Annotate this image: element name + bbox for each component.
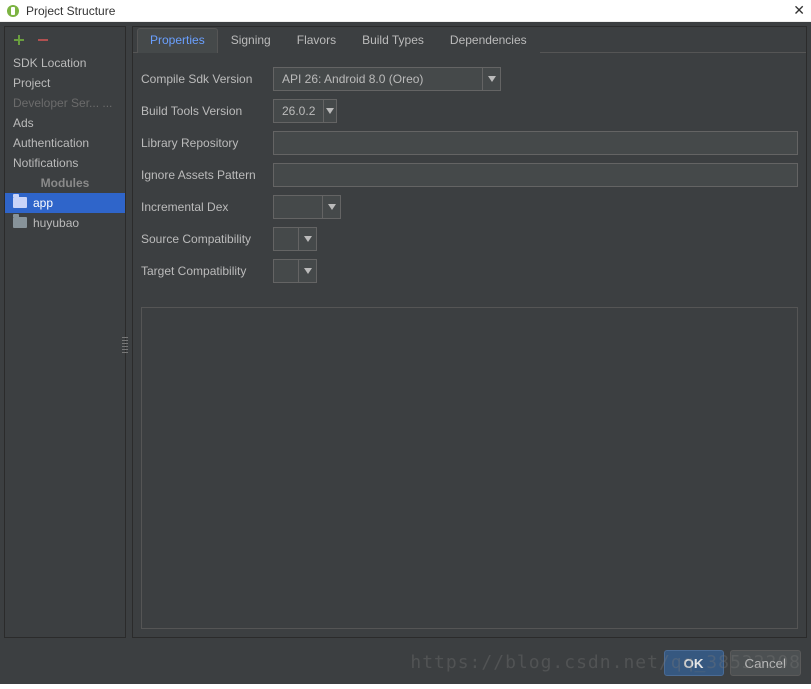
tab-dependencies[interactable]: Dependencies [437, 28, 540, 53]
titlebar: Project Structure ✕ [0, 0, 811, 22]
sidebar: SDK Location Project Developer Ser... ..… [4, 26, 126, 638]
tab-signing[interactable]: Signing [218, 28, 284, 53]
sidebar-toolbar [5, 27, 125, 53]
sidebar-item-notifications[interactable]: Notifications [5, 153, 125, 173]
sidebar-item-project[interactable]: Project [5, 73, 125, 93]
tabs: Properties Signing Flavors Build Types D… [133, 27, 806, 53]
compile-sdk-value: API 26: Android 8.0 (Oreo) [274, 72, 482, 86]
sidebar-item-developer-services[interactable]: Developer Ser... ... [5, 93, 125, 113]
chevron-down-icon [322, 196, 340, 218]
nav-list: SDK Location Project Developer Ser... ..… [5, 53, 125, 233]
properties-form: Compile Sdk Version API 26: Android 8.0 … [133, 53, 806, 299]
chevron-down-icon [298, 260, 316, 282]
modules-header: Modules [5, 173, 125, 193]
add-icon[interactable] [11, 32, 27, 48]
target-compat-label: Target Compatibility [141, 264, 273, 278]
sidebar-item-authentication[interactable]: Authentication [5, 133, 125, 153]
folder-icon [13, 217, 27, 228]
target-compat-combo[interactable] [273, 259, 317, 283]
build-tools-combo[interactable]: 26.0.2 [273, 99, 337, 123]
chevron-down-icon [298, 228, 316, 250]
output-panel [141, 307, 798, 629]
close-icon[interactable]: ✕ [793, 2, 805, 19]
module-label: huyubao [33, 216, 79, 230]
sidebar-item-ads[interactable]: Ads [5, 113, 125, 133]
ok-button[interactable]: OK [664, 650, 724, 676]
ignore-assets-input[interactable] [273, 163, 798, 187]
compile-sdk-label: Compile Sdk Version [141, 72, 273, 86]
compile-sdk-combo[interactable]: API 26: Android 8.0 (Oreo) [273, 67, 501, 91]
sidebar-item-sdk-location[interactable]: SDK Location [5, 53, 125, 73]
remove-icon[interactable] [35, 32, 51, 48]
folder-icon [13, 197, 27, 208]
app-icon [6, 4, 20, 18]
splitter-grip[interactable] [122, 337, 128, 355]
tab-properties[interactable]: Properties [137, 28, 218, 53]
source-compat-combo[interactable] [273, 227, 317, 251]
module-label: app [33, 196, 53, 210]
window-title: Project Structure [26, 4, 115, 18]
dialog-footer: OK Cancel [0, 642, 811, 684]
incremental-dex-combo[interactable] [273, 195, 341, 219]
tab-build-types[interactable]: Build Types [349, 28, 437, 53]
build-tools-value: 26.0.2 [274, 104, 323, 118]
tab-flavors[interactable]: Flavors [284, 28, 349, 53]
source-compat-label: Source Compatibility [141, 232, 273, 246]
library-repo-input[interactable] [273, 131, 798, 155]
incremental-dex-label: Incremental Dex [141, 200, 273, 214]
library-repo-label: Library Repository [141, 136, 273, 150]
build-tools-label: Build Tools Version [141, 104, 273, 118]
cancel-button[interactable]: Cancel [730, 650, 802, 676]
module-item-app[interactable]: app [5, 193, 125, 213]
module-item-huyubao[interactable]: huyubao [5, 213, 125, 233]
main-panel: Properties Signing Flavors Build Types D… [132, 26, 807, 638]
chevron-down-icon [482, 68, 500, 90]
ignore-assets-label: Ignore Assets Pattern [141, 168, 273, 182]
chevron-down-icon [323, 100, 336, 122]
